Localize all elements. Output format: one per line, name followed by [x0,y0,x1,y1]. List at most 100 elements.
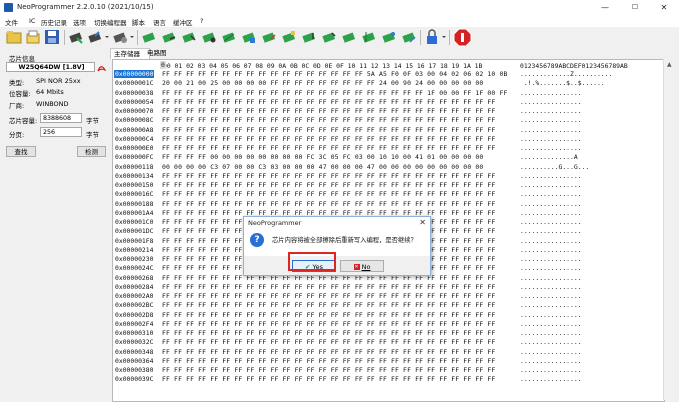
erase-icon[interactable] [112,29,128,45]
row-bytes[interactable]: 20 00 21 00 25 00 00 00 00 FF FF FF FF F… [162,79,483,87]
save-icon[interactable] [44,29,60,45]
row-bytes[interactable]: FF FF FF FF FF FF FF FF FF FF FF FF FF F… [162,283,495,291]
row-ascii[interactable]: ..............A [520,153,578,161]
table-row[interactable]: 0x00000188 FF FF FF FF FF FF FF FF FF FF … [113,200,664,209]
row-ascii[interactable]: ................ [520,237,582,245]
chevron-down-icon[interactable] [441,29,447,45]
menu-help[interactable]: ? [200,17,203,25]
table-row[interactable]: 0x000002A0 FF FF FF FF FF FF FF FF FF FF … [113,292,664,301]
row-bytes[interactable]: FF FF FF FF FF FF FF FF FF FF FF FF FF F… [162,200,495,208]
row-ascii[interactable]: ................ [520,218,582,226]
row-ascii[interactable]: ................ [520,181,582,189]
stop-icon[interactable] [453,28,472,47]
table-row[interactable]: 0x00000000 FF FF FF FF FF FF FF FF FF FF … [113,70,664,79]
menu-options[interactable]: 选项 [73,17,86,27]
row-ascii[interactable]: ................ [520,375,582,383]
row-ascii[interactable]: ................ [520,320,582,328]
row-ascii[interactable]: .!.%.......$..$...... [520,79,605,87]
row-bytes[interactable]: FF FF FF FF FF FF FF FF FF FF FF FF FF F… [162,89,508,97]
no-button[interactable]: ✕ No [340,260,384,272]
row-ascii[interactable]: ................ [520,329,582,337]
row-ascii[interactable]: ................ [520,227,582,235]
row-bytes[interactable]: FF FF FF FF FF FF FF FF FF FF FF FF FF F… [162,98,495,106]
row-ascii[interactable]: ................ [520,98,582,106]
row-bytes[interactable]: FF FF FF FF FF FF FF FF FF FF FF FF FF F… [162,126,495,134]
read-chip-icon[interactable] [68,29,84,45]
table-row[interactable]: 0x00000364 FF FF FF FF FF FF FF FF FF FF … [113,357,664,366]
dialog-close-button[interactable]: ✕ [419,218,426,227]
row-bytes[interactable]: FF FF FF FF FF FF FF FF FF FF FF FF FF F… [162,366,495,374]
row-bytes[interactable]: FF FF FF FF FF FF FF FF FF FF FF FF FF F… [162,116,495,124]
table-row[interactable]: 0x000000A8 FF FF FF FF FF FF FF FF FF FF … [113,126,664,135]
row-ascii[interactable]: ................ [520,311,582,319]
table-row[interactable]: 0x000002BC FF FF FF FF FF FF FF FF FF FF … [113,301,664,310]
paste-icon[interactable] [281,29,297,45]
maximize-button[interactable]: ☐ [620,0,650,15]
row-ascii[interactable]: ................ [520,283,582,291]
row-bytes[interactable]: FF FF FF FF FF FF FF FF FF FF FF FF FF F… [162,181,495,189]
row-bytes[interactable]: FF FF FF FF FF FF FF FF FF FF FF FF FF F… [162,70,508,78]
row-bytes[interactable]: FF FF FF FF FF FF FF FF FF FF FF FF FF F… [162,190,495,198]
row-ascii[interactable]: ................ [520,209,582,217]
unprotect-icon[interactable] [321,29,337,45]
table-row[interactable]: 0x00000134 FF FF FF FF FF FF FF FF FF FF … [113,172,664,181]
row-ascii[interactable]: ................ [520,144,582,152]
menu-ic[interactable]: IC [29,17,35,25]
row-ascii[interactable]: ................ [520,357,582,365]
fuse-icon[interactable] [361,29,377,45]
row-bytes[interactable]: FF FF FF FF FF FF FF FF FF FF FF FF FF F… [162,135,495,143]
row-bytes[interactable]: FF FF FF FF FF FF FF FF FF FF FF FF FF F… [162,292,495,300]
table-row[interactable]: 0x00000038 FF FF FF FF FF FF FF FF FF FF … [113,89,664,98]
table-row[interactable]: 0x00000348 FF FF FF FF FF FF FF FF FF FF … [113,348,664,357]
menu-language[interactable]: 语言 [153,17,166,27]
table-row[interactable]: 0x00000150 FF FF FF FF FF FF FF FF FF FF … [113,181,664,190]
row-ascii[interactable]: ................ [520,338,582,346]
row-bytes[interactable]: FF FF FF FF FF FF FF FF FF FF FF FF FF F… [162,301,495,309]
edit-icon[interactable] [401,29,417,45]
table-row[interactable]: 0x000000E0 FF FF FF FF FF FF FF FF FF FF … [113,144,664,153]
minimize-button[interactable]: — [590,0,620,15]
row-bytes[interactable]: FF FF FF FF FF FF FF FF FF FF FF FF FF F… [162,311,495,319]
table-row[interactable]: 0x00000284 FF FF FF FF FF FF FF FF FF FF … [113,283,664,292]
row-ascii[interactable]: ................ [520,135,582,143]
detect-button[interactable]: 检测 [77,146,106,157]
row-ascii[interactable]: ................ [520,89,582,97]
table-row[interactable]: 0x00000380 FF FF FF FF FF FF FF FF FF FF … [113,366,664,375]
protect-icon[interactable] [301,29,317,45]
table-row[interactable]: 0x00000310 FF FF FF FF FF FF FF FF FF FF … [113,329,664,338]
row-ascii[interactable]: ................ [520,301,582,309]
table-row[interactable]: 0x00000070 FF FF FF FF FF FF FF FF FF FF … [113,107,664,116]
row-bytes[interactable]: FF FF FF FF 00 00 00 00 00 00 00 00 FC 3… [162,153,483,161]
row-bytes[interactable]: FF FF FF FF FF FF FF FF FF FF FF FF FF F… [162,348,495,356]
read-id-icon[interactable] [221,29,237,45]
table-row[interactable]: 0x00000054 FF FF FF FF FF FF FF FF FF FF … [113,98,664,107]
table-row[interactable]: 0x0000008C FF FF FF FF FF FF FF FF FF FF … [113,116,664,125]
chip-size-field[interactable]: 8388608 [40,113,82,123]
row-ascii[interactable]: ................ [520,264,582,272]
row-bytes[interactable]: FF FF FF FF FF FF FF FF FF FF FF FF FF F… [162,172,495,180]
write-chip-icon[interactable] [87,29,103,45]
find-button[interactable]: 查找 [6,146,36,157]
table-row[interactable]: 0x000002F4 FF FF FF FF FF FF FF FF FF FF … [113,320,664,329]
row-bytes[interactable]: FF FF FF FF FF FF FF FF FF FF FF FF FF F… [162,107,495,115]
row-ascii[interactable]: ................ [520,292,582,300]
menu-buffer[interactable]: 缓冲区 [173,17,193,27]
row-ascii[interactable]: ................ [520,348,582,356]
row-bytes[interactable]: FF FF FF FF FF FF FF FF FF FF FF FF FF F… [162,329,495,337]
row-ascii[interactable]: ................ [520,246,582,254]
copy-chip-icon[interactable] [241,29,257,45]
chevron-down-icon[interactable] [104,29,110,45]
table-row[interactable]: 0x000000C4 FF FF FF FF FF FF FF FF FF FF … [113,135,664,144]
menu-history[interactable]: 历史记录 [41,17,67,27]
table-row[interactable]: 0x0000016C FF FF FF FF FF FF FF FF FF FF … [113,190,664,199]
chevron-down-icon[interactable] [129,29,135,45]
open-folder-icon[interactable] [6,29,22,45]
row-bytes[interactable]: FF FF FF FF FF FF FF FF FF FF FF FF FF F… [162,357,495,365]
menu-script[interactable]: 脚本 [132,17,145,27]
scroll-up-icon[interactable]: ▲ [667,61,672,68]
auto-icon[interactable] [201,29,217,45]
cut-icon[interactable] [261,29,277,45]
row-ascii[interactable]: ................ [520,255,582,263]
blank-check-icon[interactable] [181,29,197,45]
table-row[interactable]: 0x0000001C 20 00 21 00 25 00 00 00 00 FF … [113,79,664,88]
